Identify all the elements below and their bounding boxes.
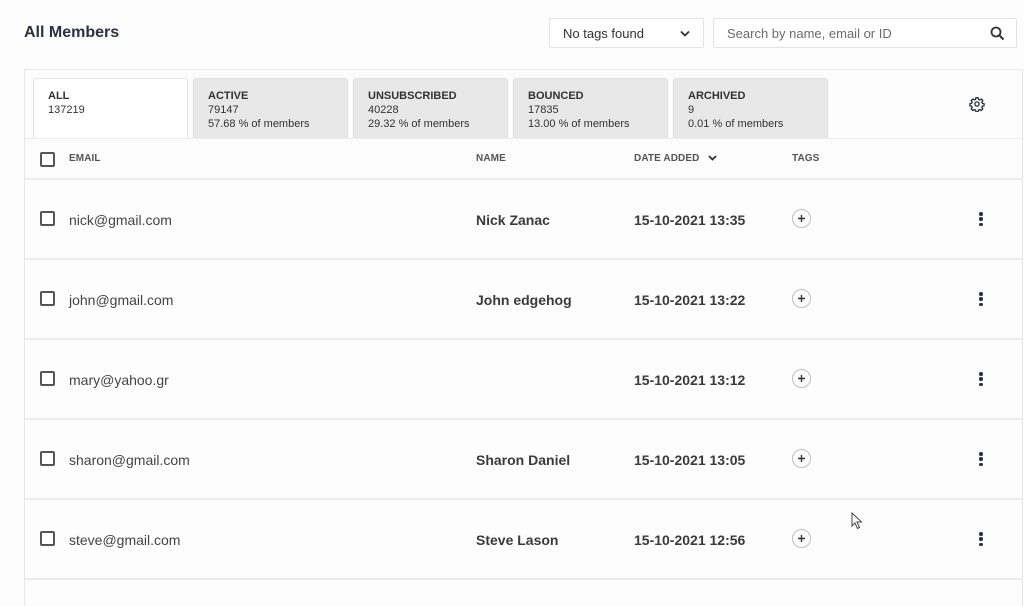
member-date-added: 15-10-2021 13:12 [634, 372, 746, 388]
tab-all[interactable]: ALL 137219 [33, 78, 188, 138]
mouse-pointer-icon [851, 511, 863, 530]
tab-percent: 29.32 % of members [368, 118, 470, 130]
column-header-tags: TAGS [792, 153, 820, 164]
more-options-icon[interactable] [975, 531, 987, 547]
tab-count: 79147 [208, 104, 239, 116]
table-row: mary@yahoo.gr 15-10-2021 13:12 [25, 340, 1022, 420]
member-email[interactable]: nick@gmail.com [69, 212, 172, 228]
tab-title: ACTIVE [208, 90, 249, 102]
column-header-date-added[interactable]: DATE ADDED [634, 153, 717, 164]
member-email[interactable]: mary@yahoo.gr [69, 372, 169, 388]
row-checkbox[interactable] [40, 291, 55, 306]
member-name: Nick Zanac [476, 212, 550, 228]
tab-percent: 13.00 % of members [528, 118, 630, 130]
tab-active[interactable]: ACTIVE 79147 57.68 % of members [193, 78, 348, 138]
tab-count: 9 [688, 104, 695, 116]
member-email[interactable]: john@gmail.com [69, 292, 173, 308]
tab-count: 40228 [368, 104, 399, 116]
more-options-icon[interactable] [975, 371, 987, 387]
more-options-icon[interactable] [975, 291, 987, 307]
sort-chevron-down-icon [708, 153, 717, 164]
tab-percent: 57.68 % of members [208, 118, 310, 130]
plus-icon [798, 535, 805, 542]
member-email[interactable]: sharon@gmail.com [69, 452, 190, 468]
table-row: john@gmail.com John edgehog 15-10-2021 1… [25, 260, 1022, 340]
table-row: nick@gmail.com Nick Zanac 15-10-2021 13:… [25, 180, 1022, 260]
column-header-email[interactable]: EMAIL [69, 153, 101, 164]
more-options-icon[interactable] [975, 211, 987, 227]
search-box [713, 18, 1017, 48]
status-tabs: ALL 137219 ACTIVE 79147 57.68 % of membe… [33, 78, 828, 138]
tab-title: BOUNCED [528, 90, 584, 102]
tag-filter-dropdown[interactable]: No tags found [549, 18, 704, 48]
tab-count: 137219 [48, 104, 85, 116]
tab-title: ALL [48, 90, 70, 102]
add-tag-button[interactable] [792, 529, 811, 548]
tab-title: UNSUBSCRIBED [368, 90, 457, 102]
member-date-added: 15-10-2021 13:35 [634, 212, 746, 228]
tab-count: 17835 [528, 104, 559, 116]
tab-percent: 0.01 % of members [688, 118, 784, 130]
tab-unsubscribed[interactable]: UNSUBSCRIBED 40228 29.32 % of members [353, 78, 508, 138]
tab-title: ARCHIVED [688, 90, 746, 102]
add-tag-button[interactable] [792, 369, 811, 388]
member-date-added: 15-10-2021 12:56 [634, 532, 746, 548]
tab-archived[interactable]: ARCHIVED 9 0.01 % of members [673, 78, 828, 138]
row-checkbox[interactable] [40, 531, 55, 546]
add-tag-button[interactable] [792, 449, 811, 468]
plus-icon [798, 215, 805, 222]
chevron-down-icon [680, 28, 690, 38]
row-checkbox[interactable] [40, 371, 55, 386]
member-name: John edgehog [476, 292, 572, 308]
tag-filter-selected: No tags found [563, 25, 644, 41]
more-options-icon[interactable] [975, 451, 987, 467]
column-header-name[interactable]: NAME [476, 153, 506, 164]
table-header: EMAIL NAME DATE ADDED TAGS [25, 138, 1022, 180]
plus-icon [798, 455, 805, 462]
table-row: sharon@gmail.com Sharon Daniel 15-10-202… [25, 420, 1022, 500]
plus-icon [798, 295, 805, 302]
page-title: All Members [24, 24, 120, 41]
member-date-added: 15-10-2021 13:05 [634, 452, 746, 468]
add-tag-button[interactable] [792, 209, 811, 228]
member-date-added: 15-10-2021 13:22 [634, 292, 746, 308]
members-panel: ALL 137219 ACTIVE 79147 57.68 % of membe… [24, 69, 1023, 606]
search-input[interactable] [727, 25, 990, 41]
row-checkbox[interactable] [40, 451, 55, 466]
select-all-checkbox[interactable] [40, 152, 55, 167]
member-email[interactable]: steve@gmail.com [69, 532, 180, 548]
plus-icon [798, 375, 805, 382]
table-row: steve@gmail.com Steve Lason 15-10-2021 1… [25, 500, 1022, 580]
gear-icon[interactable] [969, 96, 985, 113]
tab-bounced[interactable]: BOUNCED 17835 13.00 % of members [513, 78, 668, 138]
member-name: Steve Lason [476, 532, 559, 548]
member-name: Sharon Daniel [476, 452, 571, 468]
add-tag-button[interactable] [792, 289, 811, 308]
column-header-date-added-label: DATE ADDED [634, 153, 700, 165]
search-icon[interactable] [990, 25, 1006, 41]
row-checkbox[interactable] [40, 211, 55, 226]
